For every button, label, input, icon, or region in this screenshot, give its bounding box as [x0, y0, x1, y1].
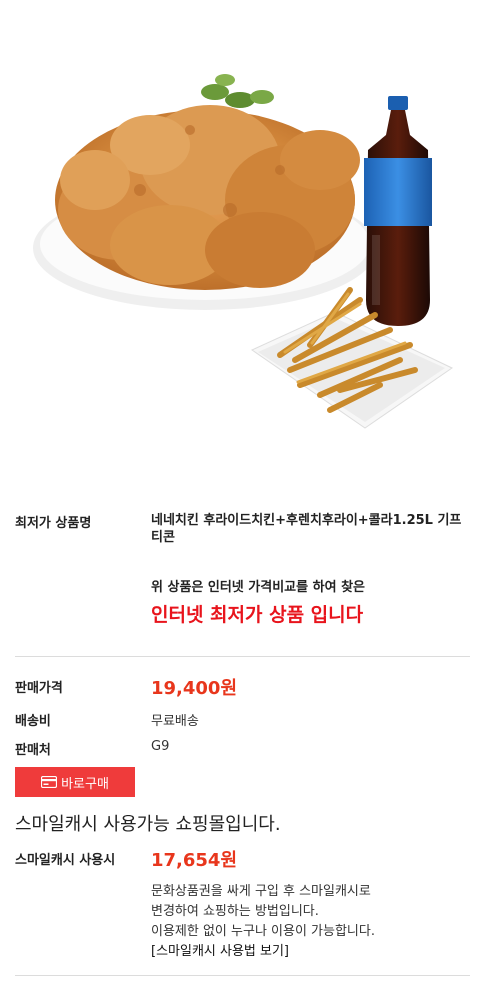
seller-value: G9 [151, 739, 170, 754]
divider-bottom [15, 975, 470, 976]
price-value: 19,400원 [151, 678, 238, 699]
buy-now-label: 바로구매 [61, 776, 109, 792]
smilecash-label: 스마일캐시 사용시 [15, 853, 116, 868]
card-icon [40, 775, 58, 789]
smilecash-description: 문화상품권을 싸게 구입 후 스마일캐시로 변경하여 쇼핑하는 방법입니다. 이… [151, 882, 375, 962]
price-label: 판매가격 [15, 681, 63, 696]
notice-line2: 인터넷 최저가 상품 입니다 [151, 604, 364, 626]
smilecash-title: 스마일캐시 사용가능 쇼핑몰입니다. [15, 814, 281, 835]
notice-line1: 위 상품은 인터넷 가격비교를 하여 찾은 [151, 580, 365, 595]
price-row: 판매가격 19,400원 [15, 674, 470, 702]
smilecash-howto-link[interactable]: [스마일캐시 사용법 보기] [151, 942, 375, 962]
smilecash-desc-line2: 변경하여 쇼핑하는 방법입니다. [151, 904, 319, 919]
cola-bottle [364, 96, 432, 326]
divider-top [15, 656, 470, 657]
product-image [0, 0, 485, 480]
smilecash-desc-line3: 이용제한 없이 누구나 이용이 가능합니다. [151, 924, 375, 939]
smilecash-value: 17,654원 [151, 850, 238, 871]
smilecash-row: 스마일캐시 사용시 17,654원 [15, 846, 470, 874]
shipping-value: 무료배송 [151, 714, 199, 729]
seller-label: 판매처 [15, 743, 51, 758]
shipping-label: 배송비 [15, 714, 51, 729]
buy-now-button[interactable]: 바로구매 [15, 767, 135, 797]
product-name-row: 최저가 상품명 네네치킨 후라이드치킨+후렌치후라이+콜라1.25L 기프티콘 [15, 512, 470, 552]
lowest-price-notice: 위 상품은 인터넷 가격비교를 하여 찾은 인터넷 최저가 상품 입니다 [151, 576, 365, 627]
smilecash-desc-line1: 문화상품권을 싸게 구입 후 스마일캐시로 [151, 884, 371, 899]
product-name-label: 최저가 상품명 [15, 516, 92, 531]
product-name-value: 네네치킨 후라이드치킨+후렌치후라이+콜라1.25L 기프티콘 [151, 513, 462, 545]
product-illustration [33, 74, 453, 429]
herb-garnish [201, 74, 274, 108]
